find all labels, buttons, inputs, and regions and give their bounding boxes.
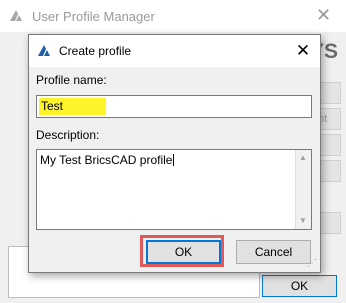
background-close-icon[interactable]: ✕ (316, 5, 331, 26)
dialog-title: Create profile (59, 44, 132, 58)
profile-name-value: Test (41, 99, 64, 113)
close-icon[interactable]: ✕ (291, 39, 315, 63)
text-caret (173, 154, 175, 166)
background-window-title: User Profile Manager (32, 9, 155, 24)
vertical-scrollbar[interactable]: ▲ ▼ (295, 150, 311, 229)
description-label: Description: (36, 128, 100, 142)
bricscad-app-icon (10, 10, 22, 21)
scroll-up-icon[interactable]: ▲ (299, 153, 307, 162)
ok-button[interactable]: OK (146, 240, 221, 264)
bricscad-app-icon (38, 45, 50, 56)
description-textarea[interactable]: My Test BricsCAD profile ▲ ▼ (36, 149, 312, 230)
create-profile-dialog: Create profile ✕ Profile name: Test Desc… (28, 34, 321, 273)
background-titlebar: User Profile Manager ✕ (0, 0, 346, 32)
description-value: My Test BricsCAD profile (40, 153, 175, 167)
scroll-down-icon[interactable]: ▼ (299, 216, 307, 225)
profiles-list[interactable]: ✔ (0, 74, 38, 240)
profile-name-label: Profile name: (36, 73, 107, 87)
background-ok-button[interactable]: OK (262, 275, 337, 297)
resize-grip-icon[interactable]: ⋰ (307, 258, 317, 269)
profile-name-input[interactable]: Test (36, 95, 312, 118)
dialog-titlebar: Create profile ✕ (29, 35, 320, 67)
cancel-button[interactable]: Cancel (236, 240, 311, 264)
